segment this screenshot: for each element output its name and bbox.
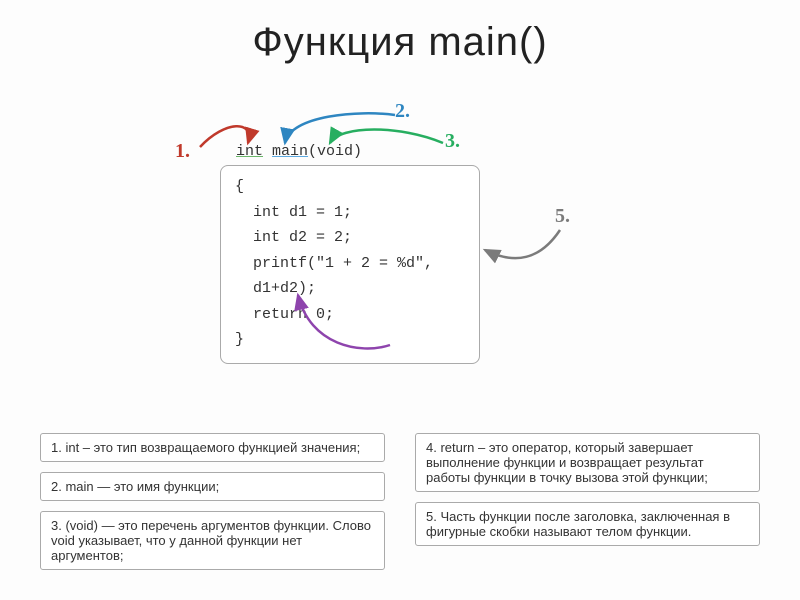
keyword-main: main — [272, 143, 308, 160]
annotation-label-5: 5. — [555, 205, 570, 228]
code-line-open: { — [235, 174, 465, 200]
annotation-label-1: 1. — [175, 140, 190, 163]
slide-title: Функция main() — [0, 0, 800, 65]
description-4: 4. return – это оператор, который заверш… — [415, 433, 760, 492]
diagram: 1. 2. 3. 4. 5. int main(void) { int d1 =… — [0, 65, 800, 415]
annotation-label-3: 3. — [445, 130, 460, 153]
code-box: { int d1 = 1; int d2 = 2; printf("1 + 2 … — [220, 165, 480, 364]
annotation-label-2: 2. — [395, 100, 410, 123]
code-line-close: } — [235, 327, 465, 353]
description-3: 3. (void) — это перечень аргументов функ… — [40, 511, 385, 570]
keyword-int: int — [236, 143, 263, 160]
keyword-void: (void) — [308, 143, 362, 160]
code-line-4: return 0; — [235, 302, 465, 328]
descriptions-grid: 1. int – это тип возвращаемого функцией … — [40, 433, 760, 570]
code-line-1: int d1 = 1; — [235, 200, 465, 226]
code-line-3: printf("1 + 2 = %d", d1+d2); — [235, 251, 465, 302]
description-2: 2. main — это имя функции; — [40, 472, 385, 501]
description-1: 1. int – это тип возвращаемого функцией … — [40, 433, 385, 462]
description-5: 5. Часть функции после заголовка, заключ… — [415, 502, 760, 546]
code-signature: int main(void) — [236, 143, 362, 160]
code-line-2: int d2 = 2; — [235, 225, 465, 251]
